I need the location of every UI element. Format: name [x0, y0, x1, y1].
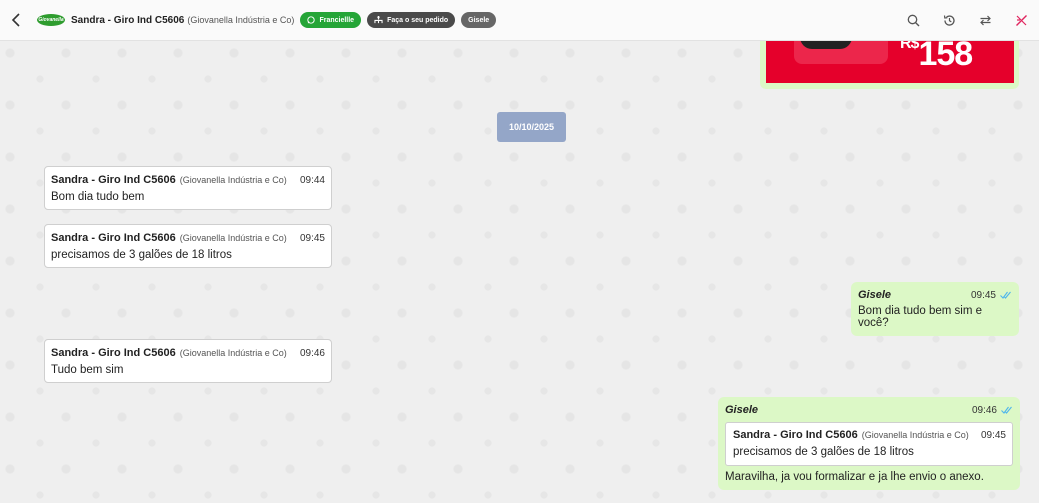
- quoted-sender-company: (Giovanella Indústria e Co): [861, 430, 969, 440]
- double-check-icon: [1000, 291, 1011, 299]
- media-message[interactable]: R$158: [760, 41, 1019, 89]
- message-time: 09:45: [970, 289, 996, 301]
- product-image[interactable]: R$158: [766, 41, 1014, 83]
- transfer-button[interactable]: [967, 0, 1003, 41]
- message-text: Bom dia tudo bem: [51, 191, 145, 203]
- quoted-time: 09:45: [980, 430, 1006, 441]
- whatsapp-icon: [307, 16, 316, 24]
- agent-tag[interactable]: Franciellle: [300, 12, 362, 28]
- incoming-message[interactable]: Sandra - Giro Ind C5606 (Giovanella Indú…: [44, 166, 332, 210]
- sender-name: Sandra - Giro Ind C5606: [51, 232, 176, 244]
- outgoing-message[interactable]: Gisele 09:45 Bom dia tudo bem sim e você…: [851, 282, 1019, 336]
- search-button[interactable]: [895, 0, 931, 41]
- history-button[interactable]: [931, 0, 967, 41]
- contact-company: (Giovanella Indústria e Co): [187, 15, 295, 25]
- message-list[interactable]: R$158 10/10/2025 Sandra - Giro Ind C5606…: [0, 41, 1039, 503]
- price-value: 158: [918, 41, 973, 73]
- price-prefix: R$: [900, 41, 919, 52]
- message-time: 09:45: [299, 233, 325, 244]
- header-actions: [895, 0, 1039, 41]
- order-tag[interactable]: Faça o seu pedido: [367, 12, 456, 28]
- product-price: R$158: [900, 41, 973, 74]
- sender-company: (Giovanella Indústria e Co): [179, 233, 287, 243]
- quoted-text: precisamos de 3 galões de 18 litros: [733, 446, 914, 458]
- company-logo: Giovanella: [37, 14, 65, 26]
- sender-name: Gisele: [725, 404, 759, 416]
- history-icon: [943, 15, 955, 26]
- sender-company: (Giovanella Indústria e Co): [179, 175, 287, 185]
- sender-name: Sandra - Giro Ind C5606: [51, 347, 176, 359]
- back-button[interactable]: [1, 0, 31, 41]
- user-tag[interactable]: Gisele: [461, 12, 497, 28]
- close-ticket-button[interactable]: [1003, 0, 1039, 41]
- quoted-message[interactable]: Sandra - Giro Ind C5606 (Giovanella Indú…: [725, 422, 1013, 466]
- search-icon: [907, 14, 919, 27]
- sender-name: Sandra - Giro Ind C5606: [51, 174, 176, 186]
- chat-header: Giovanella Sandra - Giro Ind C5606 (Giov…: [0, 0, 1039, 41]
- message-text: Maravilha, ja vou formalizar e ja lhe en…: [725, 471, 984, 483]
- double-check-icon: [1001, 406, 1012, 414]
- incoming-message[interactable]: Sandra - Giro Ind C5606 (Giovanella Indú…: [44, 224, 332, 268]
- product-puck: [800, 41, 852, 49]
- quoted-sender-name: Sandra - Giro Ind C5606: [733, 429, 858, 441]
- message-text: Bom dia tudo bem sim e você?: [858, 305, 983, 329]
- message-text: precisamos de 3 galões de 18 litros: [51, 249, 232, 261]
- contact-name[interactable]: Sandra - Giro Ind C5606: [71, 15, 184, 26]
- order-icon: [374, 16, 383, 24]
- outgoing-message[interactable]: Gisele 09:46 Sandra - Giro Ind C5606 (Gi…: [718, 397, 1020, 490]
- date-divider: 10/10/2025: [497, 112, 566, 142]
- message-time: 09:46: [971, 404, 997, 416]
- sender-company: (Giovanella Indústria e Co): [179, 348, 287, 358]
- incoming-message[interactable]: Sandra - Giro Ind C5606 (Giovanella Indú…: [44, 339, 332, 383]
- message-time: 09:44: [299, 175, 325, 186]
- chevron-left-icon: [11, 13, 20, 27]
- message-time: 09:46: [299, 348, 325, 359]
- close-ticket-icon: [1015, 15, 1027, 26]
- sender-name: Gisele: [858, 289, 892, 301]
- transfer-icon: [979, 15, 991, 26]
- message-text: Tudo bem sim: [51, 364, 124, 376]
